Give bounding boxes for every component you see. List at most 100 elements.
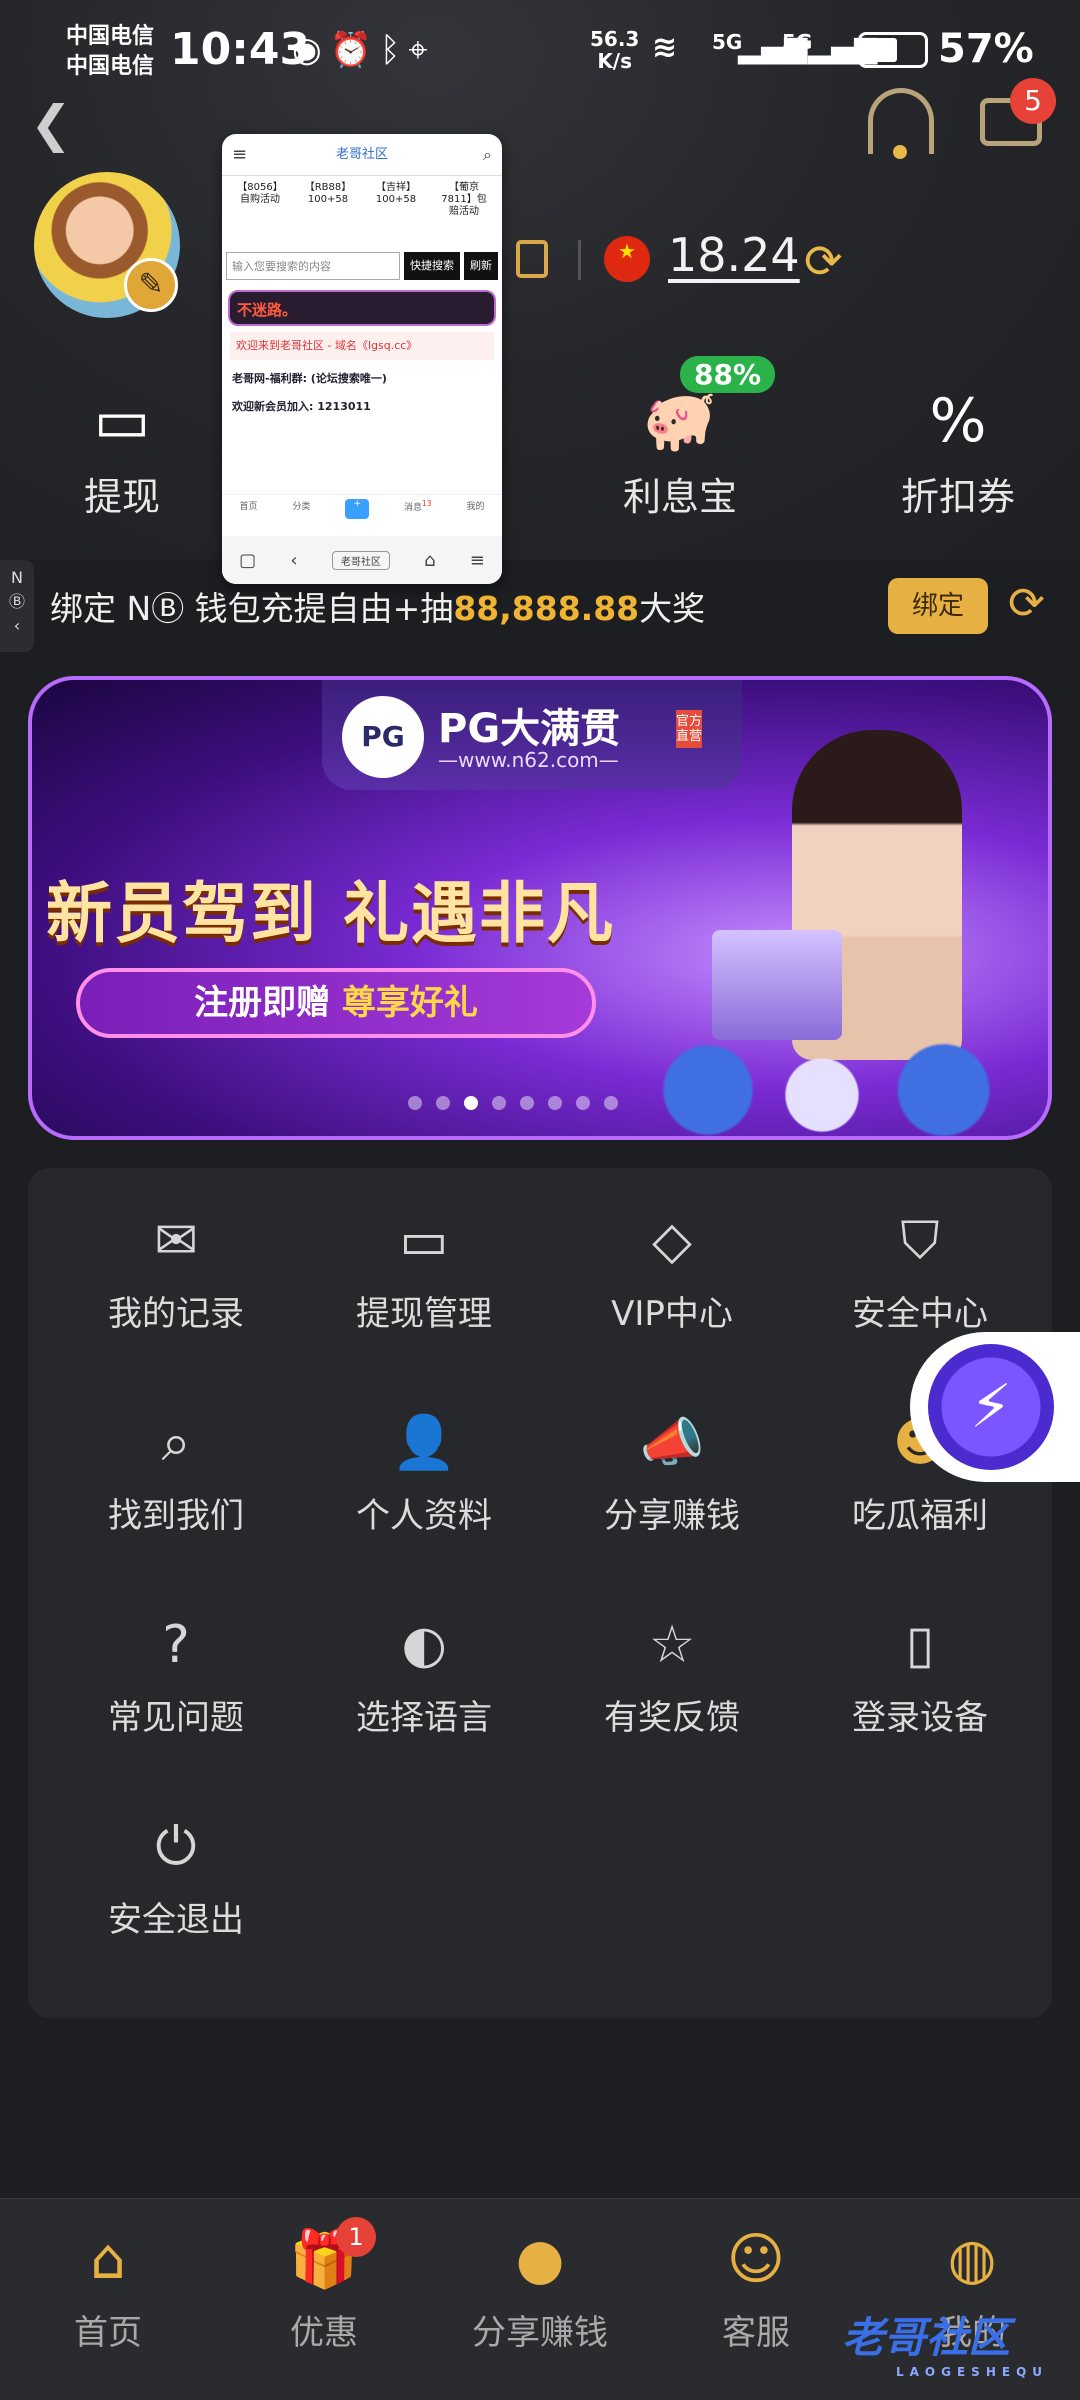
nav-support[interactable]: ☺ 客服 xyxy=(676,2225,836,2354)
device-icon: ▯ xyxy=(905,1615,935,1675)
carousel-dot[interactable] xyxy=(520,1096,534,1110)
quick-search-button[interactable]: 快捷搜索 xyxy=(404,252,460,280)
menu-icon[interactable]: ≡ xyxy=(470,550,485,571)
promotions-badge: 1 xyxy=(336,2217,376,2257)
category-item[interactable]: 【葡京7811】包赔活动 xyxy=(438,182,490,242)
carrier-names: 中国电信 中国电信 xyxy=(66,24,155,79)
wallet-upload-icon: ▭ xyxy=(93,386,151,456)
security-shield-icon: ⛉ xyxy=(900,1211,940,1271)
edit-pencil-icon[interactable]: ✎ xyxy=(124,258,178,312)
mini-tab-home[interactable]: 首页 xyxy=(239,499,257,534)
brand-badge: PG PG大满贯 —www.n62.com— 官方直营 xyxy=(322,680,742,790)
eye-icon: ◉ xyxy=(292,30,330,70)
menu-logout[interactable]: ⏻ 安全退出 xyxy=(66,1814,286,1964)
headset-icon[interactable] xyxy=(868,88,934,159)
bitcoin-icon: Ⓑ xyxy=(151,589,185,628)
battery-fill xyxy=(864,38,897,62)
group-line: 老哥网-福利群: (论坛搜索唯一) xyxy=(232,372,387,385)
alarm-icon: ⏰ xyxy=(329,30,381,70)
carousel-dot[interactable] xyxy=(576,1096,590,1110)
home-icon[interactable]: ⌂ xyxy=(424,550,435,571)
menu-vip-center[interactable]: ◇ VIP中心 xyxy=(562,1208,782,1358)
quick-action-interest[interactable]: 🐖 利息宝 xyxy=(600,380,760,521)
china-flag-icon[interactable]: ★ xyxy=(604,236,650,282)
official-tag: 官方直营 xyxy=(676,710,702,748)
quick-action-withdraw[interactable]: ▭ 提现 xyxy=(42,380,202,521)
menu-language[interactable]: ◐ 选择语言 xyxy=(314,1612,534,1762)
record-inbox-icon: ✉ xyxy=(154,1211,198,1271)
interest-rate-badge: 88% xyxy=(680,356,776,393)
banner-headline: 新员驾到 礼遇非凡 xyxy=(46,875,615,952)
clock: 10:43 xyxy=(170,24,311,75)
nav-promotions[interactable]: 🎁 1 优惠 xyxy=(244,2217,404,2354)
brand-name: PG大满贯 xyxy=(438,706,621,752)
refresh-icon[interactable]: ⟳ xyxy=(1008,578,1045,629)
mini-tab-me[interactable]: 我的 xyxy=(467,499,485,534)
wifi-icon: ≋ xyxy=(652,30,678,65)
category-item[interactable]: 【RB88】100+58 xyxy=(302,182,354,242)
profile-card-icon: 👤 xyxy=(391,1413,457,1473)
address-bar[interactable]: 老哥社区 xyxy=(331,550,390,570)
support-mascot-icon: ☺ xyxy=(726,2227,786,2292)
menu-faq[interactable]: ? 常见问题 xyxy=(66,1612,286,1762)
menu-icon[interactable]: ≡ xyxy=(232,134,247,176)
bind-wallet-button[interactable]: 绑定 xyxy=(888,578,988,634)
coupon-percent-icon: % xyxy=(929,386,987,456)
mini-search-row: 输入您要搜索的内容 快捷搜索 刷新 xyxy=(222,248,502,284)
nav-home[interactable]: ⌂ 首页 xyxy=(28,2225,188,2354)
mini-tab-category[interactable]: 分类 xyxy=(292,499,310,534)
back-arrow-icon[interactable]: ❮ xyxy=(30,95,72,153)
side-drawer-tab[interactable]: N Ⓑ ‹ xyxy=(0,560,34,652)
menu-profile[interactable]: 👤 个人资料 xyxy=(314,1410,534,1560)
battery-percent: 57% xyxy=(938,26,1034,72)
profile-avatar-icon: ◍ xyxy=(947,2227,997,2292)
status-bar: 中国电信 中国电信 10:43 ◉⏰ᛒ⌖ 56.3 K/s ≋ 5G ▂▄▆ 5… xyxy=(0,0,1080,100)
carousel-dot[interactable] xyxy=(604,1096,618,1110)
carousel-dots xyxy=(408,1096,618,1110)
find-search-icon: ⌕ xyxy=(161,1413,191,1473)
carousel-dot[interactable] xyxy=(464,1096,478,1110)
gift-icon: 🎁 xyxy=(289,2227,359,2292)
search-icon[interactable]: ⌕ xyxy=(483,134,492,176)
carousel-dot[interactable] xyxy=(548,1096,562,1110)
highlight-banner: 不迷路。 xyxy=(228,290,496,326)
wallet-balance[interactable]: 18.24 xyxy=(668,228,800,282)
menu-withdraw-management[interactable]: ▭ 提现管理 xyxy=(314,1208,534,1358)
carousel-dot[interactable] xyxy=(492,1096,506,1110)
category-strip: 【8056】自购活动 【RB88】100+58 【吉祥】100+58 【葡京78… xyxy=(222,176,502,248)
mini-search-input[interactable]: 输入您要搜索的内容 xyxy=(226,252,400,280)
mini-tab-badge: 13 xyxy=(421,499,432,508)
site-title: 老哥社区 xyxy=(335,147,388,162)
menu-feedback[interactable]: ☆ 有奖反馈 xyxy=(562,1612,782,1762)
mini-tab-messages[interactable]: 消息13 xyxy=(404,499,432,534)
menu-my-records[interactable]: ✉ 我的记录 xyxy=(66,1208,286,1358)
divider xyxy=(578,240,581,280)
notice-text: 欢迎来到老哥社区 - 域名《lgsq.cc》 xyxy=(230,332,494,360)
mini-browser-nav: ▢ ‹ 老哥社区 ⌂ ≡ xyxy=(222,536,502,584)
bind-wallet-promo: 绑定 NⒷ 钱包充提自由+抽88,888.88大奖 xyxy=(50,589,706,628)
mini-tab-add[interactable]: + xyxy=(345,499,369,519)
promo-banner[interactable]: PG PG大满贯 —www.n62.com— 官方直营 新员驾到 礼遇非凡 注册… xyxy=(28,676,1052,1140)
feedback-star-icon: ☆ xyxy=(648,1615,696,1675)
category-item[interactable]: 【8056】自购活动 xyxy=(234,182,286,242)
menu-share-earn[interactable]: 📣 分享赚钱 xyxy=(562,1410,782,1560)
quick-action-coupon[interactable]: % 折扣券 xyxy=(878,380,1038,521)
mail-badge: 5 xyxy=(1010,78,1056,124)
menu-login-devices[interactable]: ▯ 登录设备 xyxy=(810,1612,1030,1762)
back-icon[interactable]: ‹ xyxy=(290,550,297,571)
menu-find-us[interactable]: ⌕ 找到我们 xyxy=(66,1410,286,1560)
floating-browser-window[interactable]: ≡ 老哥社区 ⌕ 【8056】自购活动 【RB88】100+58 【吉祥】100… xyxy=(222,134,502,584)
refresh-balance-icon[interactable]: ⟳ xyxy=(804,234,843,288)
copy-icon[interactable] xyxy=(516,240,548,278)
mini-window-header: ≡ 老哥社区 ⌕ xyxy=(222,134,502,176)
refresh-button[interactable]: 刷新 xyxy=(464,252,498,280)
carousel-dot[interactable] xyxy=(408,1096,422,1110)
nav-share-earn[interactable]: ● 分享赚钱 xyxy=(460,2225,620,2354)
tabs-icon[interactable]: ▢ xyxy=(239,550,256,571)
pg-logo: PG xyxy=(342,696,424,778)
floating-security-button[interactable]: ⚡ xyxy=(910,1332,1080,1482)
carousel-dot[interactable] xyxy=(436,1096,450,1110)
category-item[interactable]: 【吉祥】100+58 xyxy=(370,182,422,242)
banner-subtitle: 注册即赠 尊享好礼 xyxy=(76,968,596,1038)
network-speed: 56.3 K/s xyxy=(590,27,640,73)
